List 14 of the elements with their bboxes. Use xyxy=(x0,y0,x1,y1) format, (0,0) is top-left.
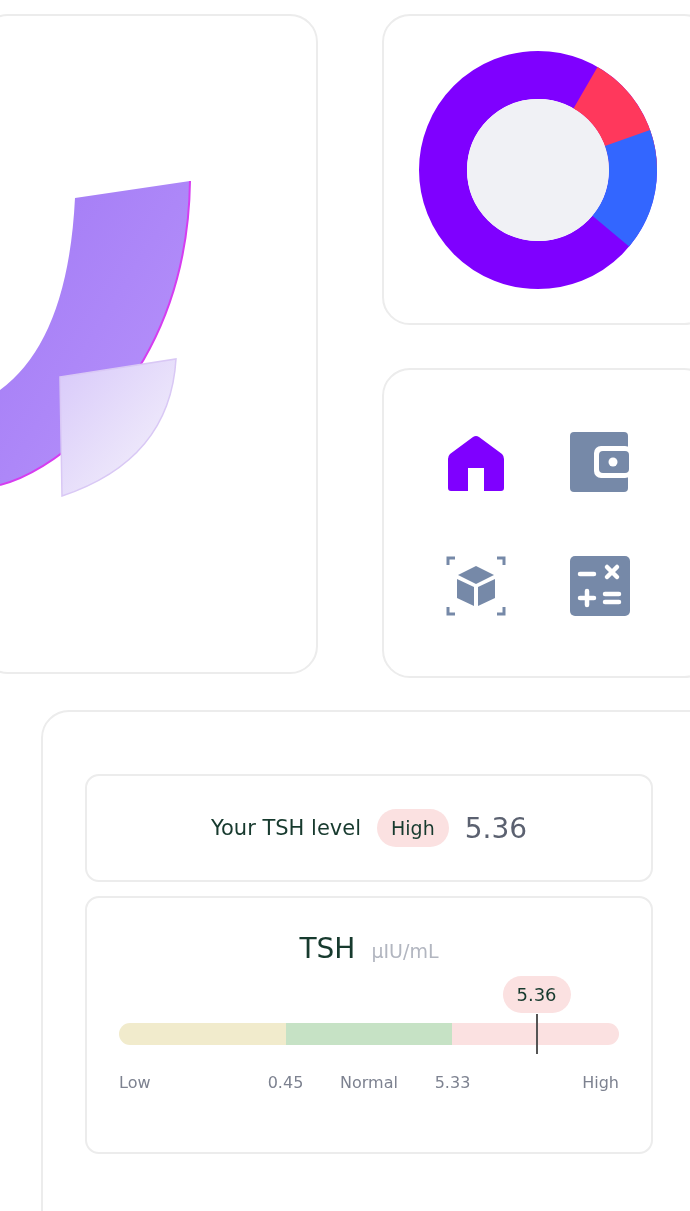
unit-label: µIU/mL xyxy=(371,940,439,962)
test-title: TSH xyxy=(299,932,356,965)
nav-cube-icon[interactable] xyxy=(446,556,506,616)
scale-label: 0.45 xyxy=(267,1073,304,1092)
status-badge: High xyxy=(377,809,449,847)
nav-calculator-icon[interactable] xyxy=(570,556,630,616)
nav-wallet-icon[interactable] xyxy=(570,432,630,492)
scale-label: 5.33 xyxy=(434,1073,471,1092)
scale-label: Low xyxy=(119,1073,151,1092)
scale-label: Normal xyxy=(340,1073,398,1092)
level-label: Your TSH level xyxy=(210,816,362,840)
value-badge: 5.36 xyxy=(502,976,571,1013)
scale-label: High xyxy=(582,1073,619,1092)
level-value: 5.36 xyxy=(464,811,528,845)
